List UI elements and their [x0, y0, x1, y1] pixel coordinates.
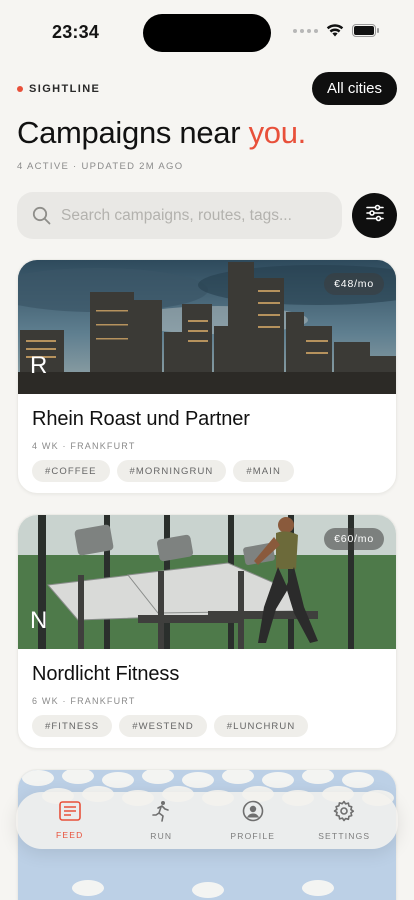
- brand-name: SIGHTLINE: [29, 83, 101, 95]
- search-bar[interactable]: [17, 192, 342, 239]
- tag-list: #COFFEE #MORNINGRUN #MAIN: [32, 460, 382, 482]
- card-meta: 4 WK · FRANKFURT: [32, 441, 136, 451]
- tab-label: SETTINGS: [318, 831, 371, 841]
- status-indicators: [293, 24, 380, 37]
- tag-chip[interactable]: #FITNESS: [32, 715, 113, 737]
- card-title: Rhein Roast und Partner: [32, 408, 250, 430]
- tag-chip[interactable]: #MORNINGRUN: [116, 460, 227, 482]
- search-input[interactable]: [61, 206, 321, 225]
- tag-list: #FITNESS #WESTEND #LUNCHRUN: [32, 715, 382, 737]
- page-title-main: Campaigns near: [17, 115, 249, 150]
- feed-icon: [58, 801, 81, 826]
- tab-feed[interactable]: FEED: [30, 801, 110, 840]
- tag-chip[interactable]: #WESTEND: [119, 715, 207, 737]
- page-title-accent: you.: [248, 115, 307, 150]
- battery-icon: [352, 24, 380, 37]
- price-badge: €60/mo: [324, 528, 384, 550]
- card-title: Nordlicht Fitness: [32, 663, 180, 685]
- tab-label: PROFILE: [230, 831, 276, 841]
- tab-label: FEED: [56, 830, 84, 840]
- card-initial: R: [30, 352, 48, 379]
- card-image: €48/mo R: [18, 260, 396, 394]
- tab-settings[interactable]: SETTINGS: [304, 800, 384, 841]
- page-title: Campaigns near you.: [17, 115, 306, 151]
- cellular-signal-icon: [293, 28, 318, 33]
- tab-label: RUN: [150, 831, 173, 841]
- tag-chip[interactable]: #COFFEE: [32, 460, 110, 482]
- page-meta: 4 ACTIVE · UPDATED 2M AGO: [17, 161, 184, 172]
- profile-icon: [242, 800, 264, 827]
- city-filter-button[interactable]: All cities: [311, 72, 397, 105]
- card-initial: N: [30, 607, 48, 634]
- brand-dot-icon: [17, 86, 23, 92]
- tab-bar: FEED RUN PROFILE SETTINGS: [16, 792, 398, 849]
- sliders-icon: [365, 204, 385, 227]
- card-meta: 6 WK · FRANKFURT: [32, 696, 136, 706]
- filter-button[interactable]: [352, 193, 397, 238]
- campaign-card[interactable]: €60/mo N Nordlicht Fitness 6 WK · FRANKF…: [17, 514, 397, 749]
- campaign-card[interactable]: €48/mo R Rhein Roast und Partner 4 WK · …: [17, 259, 397, 494]
- tag-chip[interactable]: #LUNCHRUN: [213, 715, 309, 737]
- status-time: 23:34: [52, 22, 100, 42]
- tab-profile[interactable]: PROFILE: [213, 800, 293, 841]
- runner-icon: [150, 800, 172, 827]
- card-image: €60/mo N: [18, 515, 396, 649]
- tag-chip[interactable]: #MAIN: [233, 460, 294, 482]
- status-bar: 23:34: [0, 0, 414, 60]
- tab-run[interactable]: RUN: [121, 800, 201, 841]
- brand-row: SIGHTLINE All cities: [17, 72, 397, 106]
- brand: SIGHTLINE: [17, 83, 100, 95]
- dynamic-island: [143, 14, 271, 52]
- price-badge: €48/mo: [324, 273, 384, 295]
- wifi-icon: [326, 24, 344, 37]
- gear-icon: [333, 800, 355, 827]
- search-icon: [32, 206, 51, 225]
